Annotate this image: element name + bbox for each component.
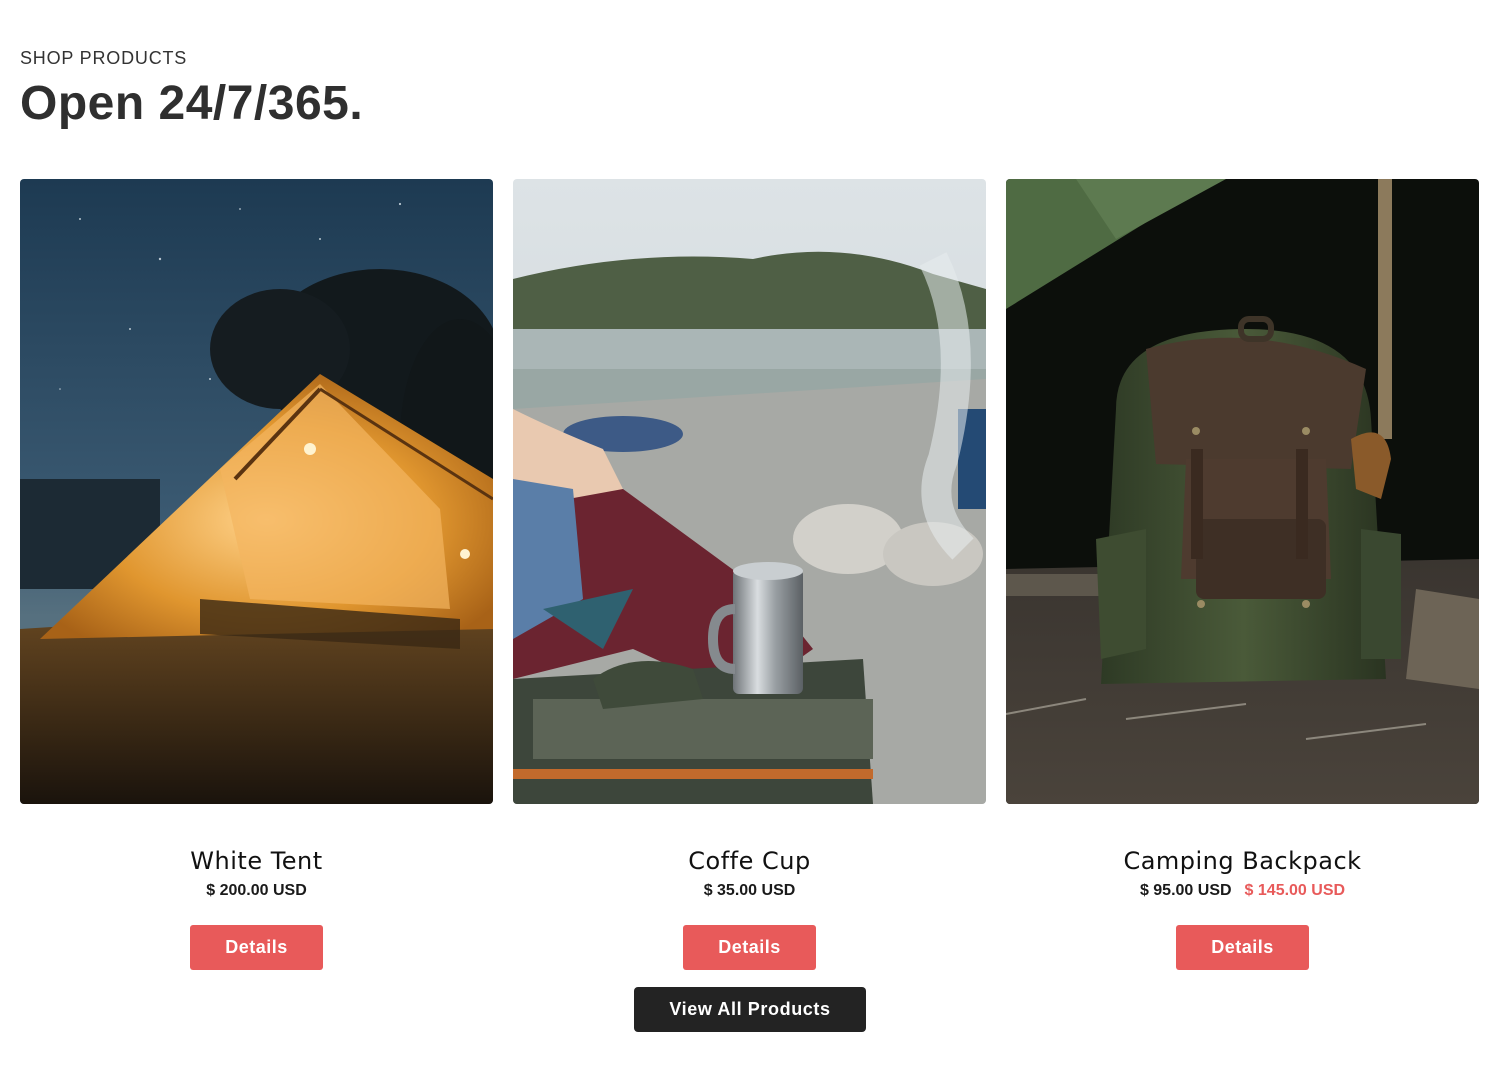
- product-image-mug[interactable]: [513, 179, 986, 804]
- product-prices: $ 200.00 USD: [206, 880, 307, 902]
- product-price: $ 95.00 USD: [1139, 882, 1232, 899]
- product-price: $ 200.00 USD: [206, 882, 307, 899]
- product-name[interactable]: Camping Backpack: [1123, 846, 1361, 876]
- product-price: $ 35.00 USD: [703, 882, 796, 899]
- product-image-tent[interactable]: [20, 179, 493, 804]
- product-name[interactable]: Coffe Cup: [688, 846, 810, 876]
- tent-photo-icon: [20, 179, 493, 804]
- details-button[interactable]: Details: [1176, 925, 1309, 970]
- details-button[interactable]: Details: [190, 925, 323, 970]
- product-image-backpack[interactable]: [1006, 179, 1479, 804]
- product-grid: White Tent $ 200.00 USD Details Coffe Cu…: [20, 179, 1480, 970]
- section-eyebrow: SHOP PRODUCTS: [20, 48, 188, 68]
- product-card: White Tent $ 200.00 USD Details: [20, 179, 493, 970]
- backpack-photo-icon: [1006, 179, 1479, 804]
- product-prices: $ 95.00 USD $ 145.00 USD: [1140, 880, 1345, 902]
- product-card: Coffe Cup $ 35.00 USD Details: [513, 179, 986, 970]
- mug-photo-icon: [513, 179, 986, 804]
- product-card: Camping Backpack $ 95.00 USD $ 145.00 US…: [1006, 179, 1479, 970]
- section-title: Open 24/7/365.: [20, 77, 364, 130]
- product-prices: $ 35.00 USD: [704, 880, 796, 902]
- details-button[interactable]: Details: [683, 925, 816, 970]
- product-compare-price: $ 145.00 USD: [1244, 882, 1346, 899]
- view-all-products-button[interactable]: View All Products: [634, 987, 866, 1032]
- product-name[interactable]: White Tent: [190, 846, 322, 876]
